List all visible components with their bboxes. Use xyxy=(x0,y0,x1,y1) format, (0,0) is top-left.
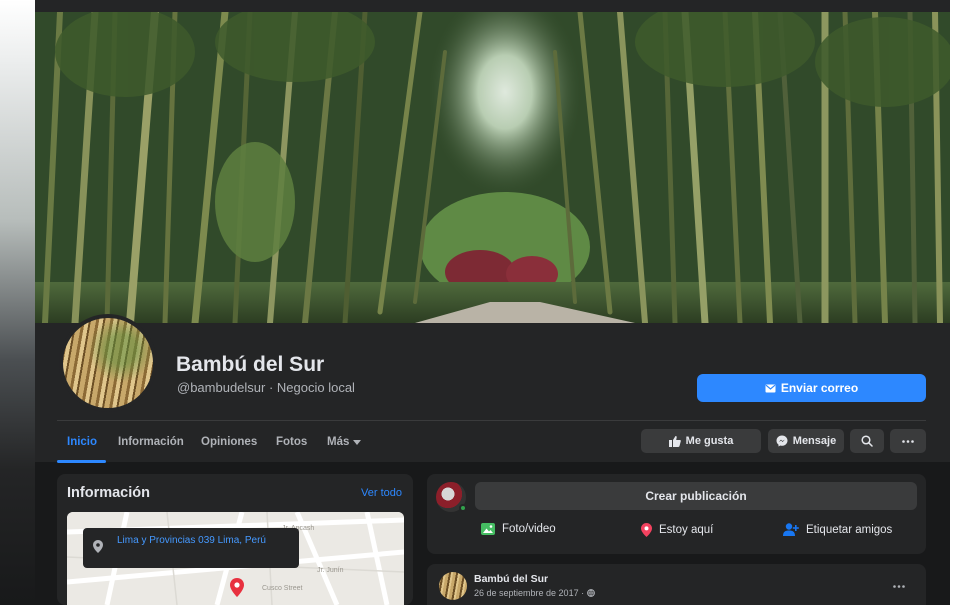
facebook-page: Bambú del Sur @bambudelsur · Negocio loc… xyxy=(35,0,950,605)
page-handle: @bambudelsur · Negocio local xyxy=(177,380,355,395)
tab-mas[interactable]: Más xyxy=(327,436,362,448)
message-label: Mensaje xyxy=(792,435,837,447)
like-page-button[interactable]: Me gusta xyxy=(641,429,761,453)
post-timestamp[interactable]: 26 de septiembre de 2017 · xyxy=(474,588,595,598)
check-in-label: Estoy aquí xyxy=(659,524,714,536)
photo-video-button[interactable]: Foto/video xyxy=(481,523,556,535)
send-email-button[interactable]: Enviar correo xyxy=(697,374,926,402)
svg-text:Jr. Junín: Jr. Junín xyxy=(317,567,344,574)
ellipsis-icon xyxy=(902,439,914,443)
left-edge-fade xyxy=(0,0,35,605)
info-title: Información xyxy=(67,485,150,501)
address-label[interactable]: Lima y Provincias 039 Lima, Perú xyxy=(83,528,299,568)
tab-fotos[interactable]: Fotos xyxy=(276,436,307,448)
tab-opiniones[interactable]: Opiniones xyxy=(201,436,257,448)
more-options-button[interactable] xyxy=(890,429,926,453)
message-button[interactable]: Mensaje xyxy=(768,429,844,453)
see-all-link[interactable]: Ver todo xyxy=(361,487,402,499)
address-text: Lima y Provincias 039 Lima, Perú xyxy=(117,535,266,546)
bamboo-forest-image xyxy=(35,12,950,323)
tab-label: Opiniones xyxy=(201,436,258,448)
tab-label: Inicio xyxy=(67,436,98,448)
tab-label: Fotos xyxy=(276,436,308,448)
search-icon xyxy=(861,435,873,447)
svg-text:Cusco Street: Cusco Street xyxy=(262,585,303,592)
tab-inicio[interactable]: Inicio xyxy=(67,436,97,448)
post-author-avatar[interactable] xyxy=(439,572,467,600)
online-status-indicator xyxy=(459,504,467,512)
cover-photo[interactable] xyxy=(35,12,950,323)
photo-video-label: Foto/video xyxy=(502,523,556,535)
page-name: Bambú del Sur xyxy=(176,353,325,376)
like-label: Me gusta xyxy=(685,435,734,447)
check-in-button[interactable]: Estoy aquí xyxy=(641,523,713,537)
post-date-text: 26 de septiembre de 2017 · xyxy=(474,588,587,598)
tag-friends-button[interactable]: Etiquetar amigos xyxy=(783,523,892,536)
post-author-name[interactable]: Bambú del Sur xyxy=(474,573,548,585)
caret-down-icon xyxy=(353,439,362,445)
location-map[interactable]: Jr. Ancash Cusco Street Jr. Junín Lima y… xyxy=(67,512,404,605)
messenger-icon xyxy=(776,435,788,447)
send-email-label: Enviar correo xyxy=(780,381,859,395)
create-post-input[interactable]: Crear publicación xyxy=(475,482,917,510)
profile-divider xyxy=(57,420,926,421)
ellipsis-icon xyxy=(893,585,905,588)
page-avatar[interactable] xyxy=(59,314,157,412)
location-pin-icon xyxy=(641,523,652,537)
post-options-button[interactable] xyxy=(893,577,905,591)
globe-icon xyxy=(586,589,595,597)
tab-label: Más xyxy=(327,436,350,448)
thumbs-up-icon xyxy=(668,435,681,447)
tab-informacion[interactable]: Información xyxy=(118,436,184,448)
tab-label: Información xyxy=(118,436,184,448)
tag-friends-icon xyxy=(783,523,799,536)
envelope-icon xyxy=(765,384,776,392)
photo-icon xyxy=(481,523,495,535)
location-pin-icon xyxy=(93,540,103,553)
active-tab-indicator xyxy=(57,460,106,463)
tag-friends-label: Etiquetar amigos xyxy=(806,523,893,536)
search-button[interactable] xyxy=(850,429,884,453)
composer-avatar[interactable] xyxy=(436,482,467,512)
